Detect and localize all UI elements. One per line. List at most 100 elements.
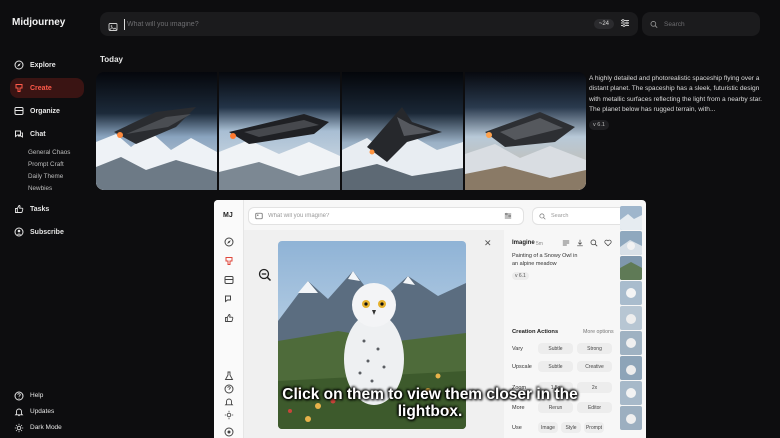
upscale-row: Upscale Subtle Creative — [512, 361, 616, 372]
upscale-creative-button[interactable]: Creative — [577, 361, 612, 372]
settings-sliders-icon[interactable] — [620, 15, 630, 33]
folder-icon[interactable] — [224, 272, 234, 284]
help-icon — [14, 391, 24, 401]
version-badge: v 6.1 — [589, 120, 609, 130]
row-label: Use — [512, 424, 522, 431]
vary-strong-button[interactable]: Strong — [577, 343, 612, 354]
row-label: Upscale — [512, 363, 532, 370]
thumbnail[interactable] — [620, 281, 642, 305]
search-input[interactable] — [664, 20, 752, 28]
nav-subscribe[interactable]: Subscribe — [10, 222, 84, 242]
compass-icon — [14, 60, 24, 70]
nav-tasks[interactable]: Tasks — [10, 199, 84, 219]
embedded-prompt-input[interactable] — [268, 213, 504, 219]
fast-hours-badge: ~24 — [593, 19, 614, 29]
thumbnail[interactable] — [620, 381, 642, 405]
heart-icon[interactable] — [604, 239, 612, 247]
nav-label: Help — [30, 392, 44, 399]
thumbs-up-icon[interactable] — [224, 310, 234, 322]
version-badge: v 6.1 — [512, 272, 529, 280]
user-icon — [14, 227, 24, 237]
embedded-sidebar: MJ — [214, 200, 244, 438]
app-logo[interactable]: Midjourney — [12, 17, 84, 37]
use-image-button[interactable]: Image — [538, 422, 558, 433]
bottom-nav: Help Updates Dark Mode — [10, 388, 90, 436]
search-icon[interactable] — [590, 239, 598, 247]
embedded-search-input[interactable] — [551, 213, 621, 219]
chat-icon — [14, 129, 24, 139]
thumbnail[interactable] — [620, 356, 642, 380]
download-icon[interactable] — [576, 239, 584, 247]
main-nav: Explore Create Organize Chat General Cha… — [10, 55, 84, 242]
use-row: Use Image Style Prompt — [512, 422, 607, 433]
generated-image[interactable] — [96, 72, 217, 190]
chat-channel-item[interactable]: Newbies — [10, 182, 84, 194]
image-upload-icon[interactable] — [108, 19, 118, 31]
flask-icon[interactable] — [224, 368, 234, 380]
nav-label: Organize — [30, 107, 60, 115]
more-options-link[interactable]: More options — [583, 329, 614, 335]
nav-updates[interactable]: Updates — [10, 404, 90, 419]
nav-explore[interactable]: Explore — [10, 55, 84, 75]
prompt-input[interactable] — [127, 20, 594, 28]
image-upload-icon[interactable] — [255, 212, 263, 220]
nav-label: Explore — [30, 61, 56, 69]
generated-image[interactable] — [219, 72, 340, 190]
image-grid — [96, 72, 586, 190]
chat-icon[interactable] — [224, 291, 234, 303]
nav-organize[interactable]: Organize — [10, 101, 84, 121]
vary-subtle-button[interactable]: Subtle — [538, 343, 573, 354]
compass-icon[interactable] — [224, 234, 234, 247]
vary-row: Vary Subtle Strong — [512, 343, 616, 354]
close-icon[interactable]: ✕ — [484, 238, 492, 249]
upscale-subtle-button[interactable]: Subtle — [538, 361, 573, 372]
moon-icon — [14, 423, 24, 433]
help-icon[interactable] — [224, 381, 234, 394]
job-prompt[interactable]: Painting of a Snowy Owl in an alpine mea… — [512, 252, 582, 268]
bell-icon — [14, 407, 24, 417]
thumbnail[interactable] — [620, 406, 642, 430]
nav-label: Tasks — [30, 205, 50, 213]
nav-label: Updates — [30, 408, 55, 415]
thumbnail[interactable] — [620, 256, 642, 280]
thumbs-up-icon — [14, 204, 24, 214]
use-style-button[interactable]: Style — [561, 422, 581, 433]
folder-icon — [14, 106, 24, 116]
generated-image[interactable] — [465, 72, 586, 190]
nav-chat[interactable]: Chat — [10, 124, 84, 144]
thumbnail[interactable] — [620, 206, 642, 230]
nav-label: Create — [30, 84, 52, 92]
chat-channel-item[interactable]: Daily Theme — [10, 170, 84, 182]
section-title: Today — [100, 55, 123, 64]
sun-icon[interactable] — [224, 407, 234, 420]
zoom-out-icon[interactable] — [258, 268, 272, 282]
brush-icon[interactable] — [224, 253, 234, 265]
brush-icon — [14, 83, 24, 93]
thumbnail[interactable] — [620, 331, 642, 355]
nav-create[interactable]: Create — [10, 78, 84, 98]
video-caption: Click on them to view them closer in the… — [282, 386, 578, 420]
job-time: 5m — [536, 241, 543, 247]
chat-channel-item[interactable]: General Chaos — [10, 146, 84, 158]
embedded-search-bar — [532, 207, 628, 225]
thumbnail[interactable] — [620, 306, 642, 330]
nav-dark-mode[interactable]: Dark Mode — [10, 420, 90, 435]
chat-channel-item[interactable]: Prompt Craft — [10, 158, 84, 170]
prompt-description[interactable]: A highly detailed and photorealistic spa… — [589, 74, 764, 116]
nav-label: Chat — [30, 130, 46, 138]
use-prompt-button[interactable]: Prompt — [584, 422, 604, 433]
settings-sliders-icon[interactable] — [504, 212, 512, 220]
thumbnail[interactable] — [620, 231, 642, 255]
nav-help[interactable]: Help — [10, 388, 90, 403]
creation-actions-title: Creation Actions — [512, 329, 559, 335]
generated-image[interactable] — [342, 72, 463, 190]
sidebar: Midjourney Explore Create Organize Chat … — [0, 0, 92, 438]
chat-channel-list: General Chaos Prompt Craft Daily Theme N… — [10, 146, 84, 194]
imagine-bar: ~24 — [100, 12, 638, 36]
avatar-icon[interactable] — [224, 424, 234, 437]
list-icon[interactable] — [562, 239, 570, 247]
embedded-logo[interactable]: MJ — [223, 212, 233, 219]
nav-label: Dark Mode — [30, 424, 62, 431]
job-type: Imagine — [512, 240, 535, 246]
bell-icon[interactable] — [224, 394, 234, 406]
